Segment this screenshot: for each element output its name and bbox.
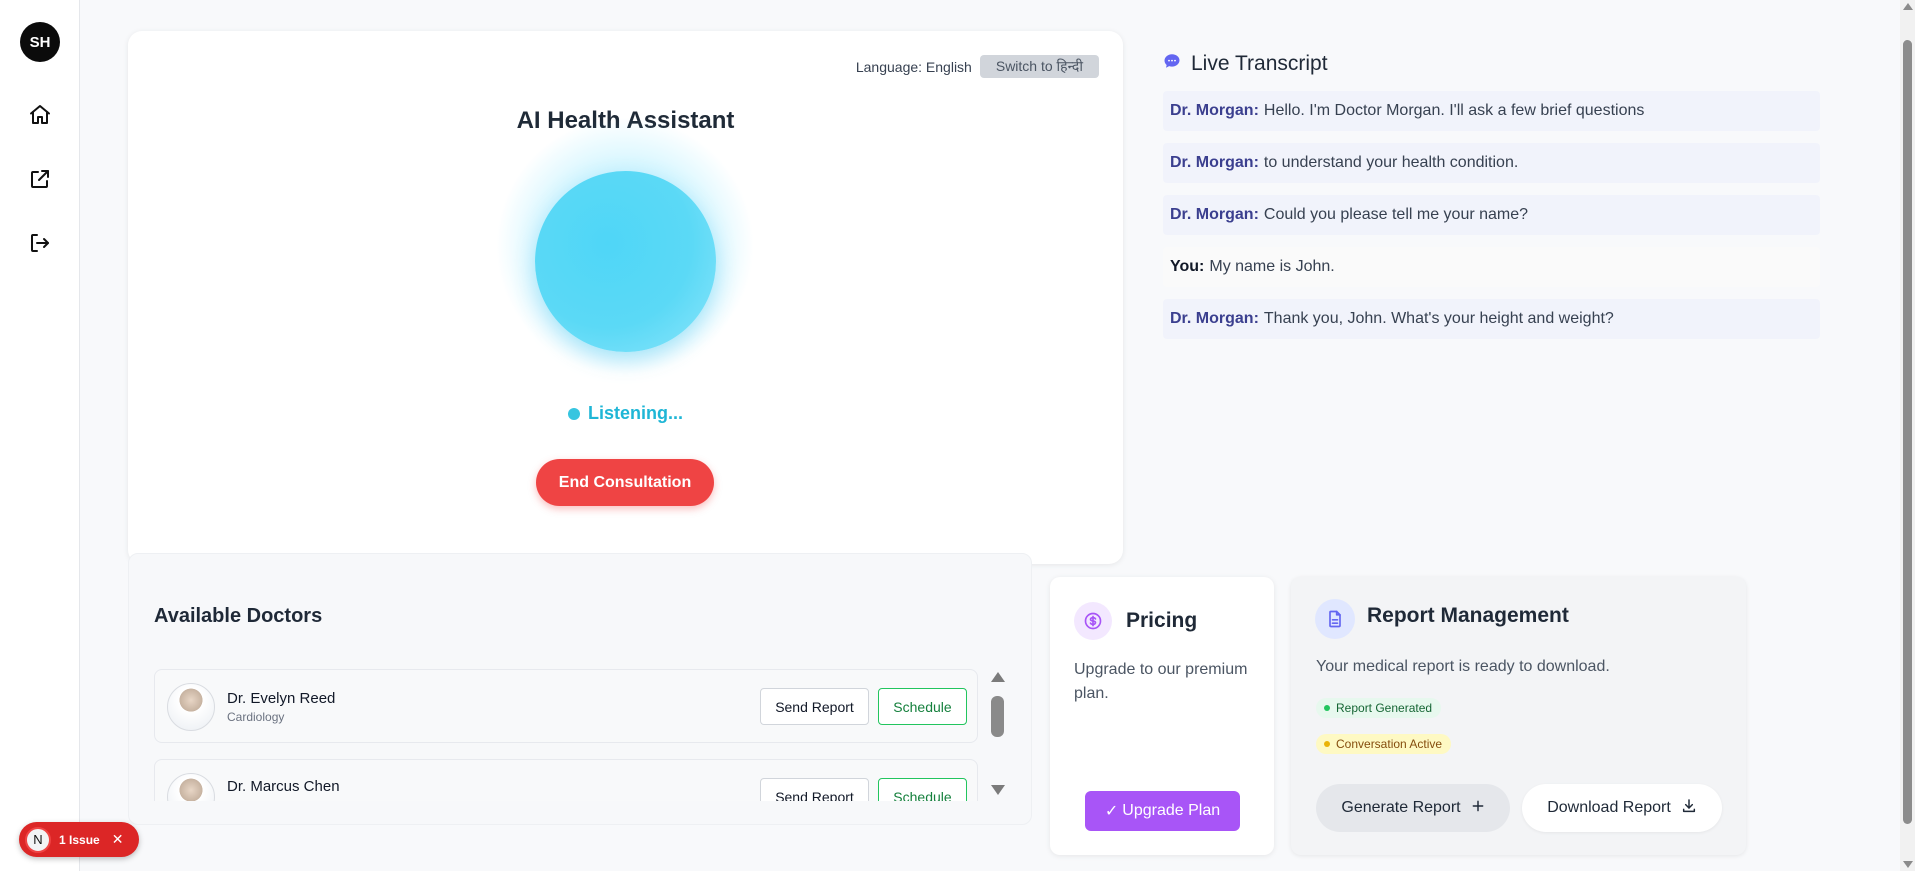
send-report-button[interactable]: Send Report xyxy=(760,688,869,725)
status-dot-icon xyxy=(567,407,580,420)
status-dot-icon xyxy=(1324,705,1330,711)
assistant-card: Language: English Switch to हिन्दी AI He… xyxy=(128,31,1123,564)
doctor-row: Dr. Marcus Chen Send Report Schedule xyxy=(154,759,978,801)
user-avatar[interactable]: SH xyxy=(20,22,60,62)
available-doctors-card: Available Doctors Dr. Evelyn Reed Cardio… xyxy=(128,553,1032,825)
message-speaker: Dr. Morgan: xyxy=(1170,310,1259,327)
badge-label: Conversation Active xyxy=(1336,737,1443,751)
report-generated-badge: Report Generated xyxy=(1316,698,1442,718)
document-icon xyxy=(1315,599,1355,639)
close-icon[interactable]: ✕ xyxy=(112,831,124,848)
report-management-card: Report Management Your medical report is… xyxy=(1291,577,1746,855)
listening-label: Listening... xyxy=(587,403,683,423)
transcript-message: Dr. Morgan: Could you please tell me you… xyxy=(1163,195,1820,235)
list-scroll-down-arrow-icon[interactable] xyxy=(991,785,1005,795)
conversation-active-badge: Conversation Active xyxy=(1316,734,1452,754)
page-scrollbar-thumb[interactable] xyxy=(1903,40,1912,824)
generate-report-button[interactable]: Generate Report xyxy=(1316,784,1510,832)
download-icon xyxy=(1681,798,1697,819)
check-icon: ✓ xyxy=(1104,803,1119,820)
language-label: Language: English xyxy=(855,58,972,75)
message-speaker: Dr. Morgan: xyxy=(1170,102,1259,119)
list-scroll-up-arrow-icon[interactable] xyxy=(991,672,1005,682)
scroll-down-arrow-icon[interactable] xyxy=(1903,861,1913,868)
message-speaker: You: xyxy=(1170,258,1205,275)
transcript-message: Dr. Morgan: Hello. I'm Doctor Morgan. I'… xyxy=(1163,91,1820,131)
listening-status: Listening... xyxy=(128,403,1123,424)
chat-bubble-icon xyxy=(1163,52,1181,76)
download-report-label: Download Report xyxy=(1547,799,1671,816)
issues-toast[interactable]: N 1 Issue ✕ xyxy=(19,822,139,857)
message-text: Could you please tell me your name? xyxy=(1263,206,1529,223)
scroll-up-arrow-icon[interactable] xyxy=(1903,3,1913,10)
message-speaker: Dr. Morgan: xyxy=(1170,154,1259,171)
sidebar: SH xyxy=(0,0,80,871)
transcript-message: Dr. Morgan: Thank you, John. What's your… xyxy=(1163,299,1820,339)
pricing-title: Pricing xyxy=(1126,609,1198,632)
schedule-button[interactable]: Schedule xyxy=(878,778,967,801)
badge-label: Report Generated xyxy=(1336,701,1433,715)
doctor-avatar xyxy=(167,773,215,801)
issue-count-label: 1 Issue xyxy=(59,832,100,847)
report-title: Report Management xyxy=(1367,604,1569,627)
doctor-name: Dr. Evelyn Reed xyxy=(227,690,336,707)
live-transcript: Live Transcript Dr. Morgan: Hello. I'm D… xyxy=(1163,52,1820,351)
message-text: Hello. I'm Doctor Morgan. I'll ask a few… xyxy=(1263,102,1645,119)
doctor-list[interactable]: Dr. Evelyn Reed Cardiology Send Report S… xyxy=(154,669,978,801)
next-logo-icon: N xyxy=(25,826,51,853)
plus-icon xyxy=(1471,799,1485,818)
voice-orb xyxy=(535,171,716,352)
dollar-icon xyxy=(1074,602,1112,640)
schedule-button[interactable]: Schedule xyxy=(878,688,967,725)
transcript-header: Live Transcript xyxy=(1163,52,1820,76)
home-icon[interactable] xyxy=(26,101,54,129)
end-consultation-button[interactable]: End Consultation xyxy=(536,459,714,506)
pricing-card: Pricing Upgrade to our premium plan. ✓ U… xyxy=(1050,577,1274,855)
language-selector: Language: English Switch to हिन्दी xyxy=(856,55,1099,78)
transcript-title: Live Transcript xyxy=(1191,52,1328,75)
message-text: My name is John. xyxy=(1209,258,1335,275)
pricing-description: Upgrade to our premium plan. xyxy=(1074,661,1248,702)
doctor-row: Dr. Evelyn Reed Cardiology Send Report S… xyxy=(154,669,978,743)
download-report-button[interactable]: Download Report xyxy=(1522,784,1722,832)
send-report-button[interactable]: Send Report xyxy=(760,778,869,801)
switch-language-button[interactable]: Switch to हिन्दी xyxy=(979,55,1099,78)
upgrade-plan-label: Upgrade Plan xyxy=(1122,802,1221,819)
list-scrollbar-thumb[interactable] xyxy=(991,696,1004,737)
doctor-specialty: Cardiology xyxy=(227,710,285,724)
logout-icon[interactable] xyxy=(26,229,54,257)
message-speaker: Dr. Morgan: xyxy=(1170,206,1259,223)
page-scrollbar[interactable] xyxy=(1900,0,1915,871)
message-text: to understand your health condition. xyxy=(1263,154,1519,171)
transcript-message: Dr. Morgan: to understand your health co… xyxy=(1163,143,1820,183)
status-dot-icon xyxy=(1324,741,1330,747)
doctors-title: Available Doctors xyxy=(154,605,323,627)
report-description: Your medical report is ready to download… xyxy=(1316,658,1610,675)
message-text: Thank you, John. What's your height and … xyxy=(1263,310,1614,327)
doctor-avatar xyxy=(167,683,215,731)
doctor-name: Dr. Marcus Chen xyxy=(227,778,340,795)
generate-report-label: Generate Report xyxy=(1341,799,1461,816)
upgrade-plan-button[interactable]: ✓ Upgrade Plan xyxy=(1085,791,1240,831)
transcript-message: You: My name is John. xyxy=(1163,247,1820,287)
external-link-icon[interactable] xyxy=(26,165,54,193)
